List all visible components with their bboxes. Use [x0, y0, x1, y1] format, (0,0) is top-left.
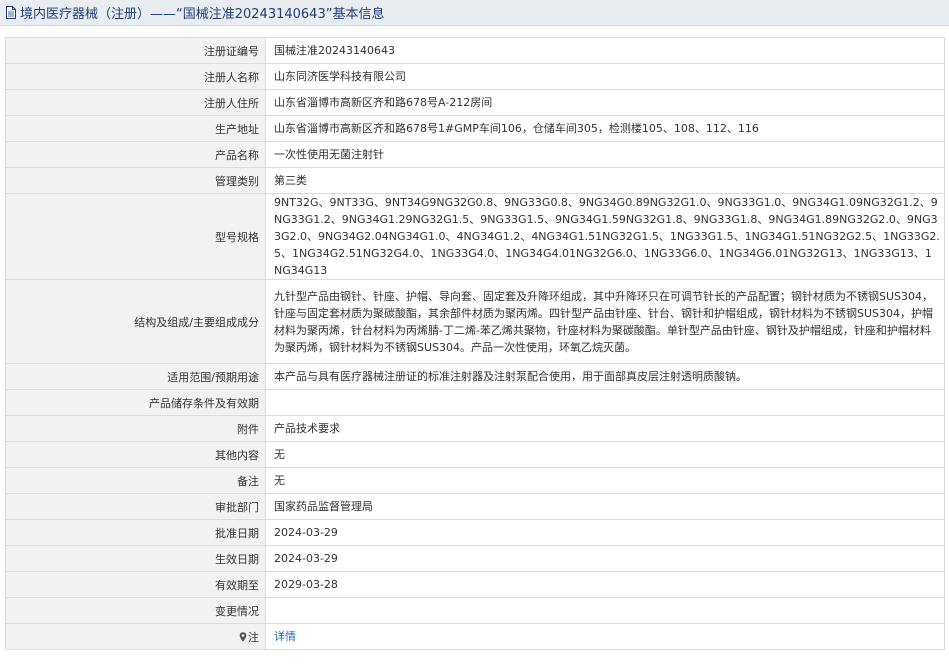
label-storage-validity: 产品储存条件及有效期: [5, 389, 266, 416]
row-other-content: 其他内容 无: [5, 441, 945, 468]
row-storage-validity: 产品储存条件及有效期: [5, 389, 945, 416]
row-note: 注 详情: [5, 623, 945, 650]
label-valid-until: 有效期至: [5, 571, 266, 598]
label-intended-use: 适用范围/预期用途: [5, 363, 266, 390]
label-attachment: 附件: [5, 415, 266, 442]
label-note: 注: [5, 623, 266, 650]
label-structure-composition: 结构及组成/主要组成成分: [5, 279, 266, 364]
value-registration-number: 国械注准20243140643: [265, 37, 945, 64]
value-change-status: [265, 597, 945, 624]
details-link[interactable]: 详情: [274, 630, 296, 643]
value-storage-validity: [265, 389, 945, 416]
value-effective-date: 2024-03-29: [265, 545, 945, 572]
row-production-address: 生产地址 山东省淄博市高新区齐和路678号1#GMP车间106，仓储车间305，…: [5, 115, 945, 142]
label-registrant-address: 注册人住所: [5, 89, 266, 116]
row-effective-date: 生效日期 2024-03-29: [5, 545, 945, 572]
label-registrant-name: 注册人名称: [5, 63, 266, 90]
label-registration-number: 注册证编号: [5, 37, 266, 64]
row-approval-department: 审批部门 国家药品监督管理局: [5, 493, 945, 520]
value-intended-use: 本产品与具有医疗器械注册证的标准注射器及注射泵配合使用，用于面部真皮层注射透明质…: [265, 363, 945, 390]
info-table: 注册证编号 国械注准20243140643 注册人名称 山东同济医学科技有限公司…: [5, 37, 945, 650]
value-attachment: 产品技术要求: [265, 415, 945, 442]
label-other-content: 其他内容: [5, 441, 266, 468]
label-approval-department: 审批部门: [5, 493, 266, 520]
page-title: 境内医疗器械（注册）——“国械注准20243140643”基本信息: [20, 7, 385, 22]
value-approval-department: 国家药品监督管理局: [265, 493, 945, 520]
row-management-class: 管理类别 第三类: [5, 167, 945, 194]
label-production-address: 生产地址: [5, 115, 266, 142]
row-intended-use: 适用范围/预期用途 本产品与具有医疗器械注册证的标准注射器及注射泵配合使用，用于…: [5, 363, 945, 390]
label-management-class: 管理类别: [5, 167, 266, 194]
value-management-class: 第三类: [265, 167, 945, 194]
value-remarks: 无: [265, 467, 945, 494]
value-registrant-address: 山东省淄博市高新区齐和路678号A-212房间: [265, 89, 945, 116]
row-remarks: 备注 无: [5, 467, 945, 494]
row-product-name: 产品名称 一次性使用无菌注射针: [5, 141, 945, 168]
info-table-container: 注册证编号 国械注准20243140643 注册人名称 山东同济医学科技有限公司…: [5, 37, 945, 650]
row-registrant-address: 注册人住所 山东省淄博市高新区齐和路678号A-212房间: [5, 89, 945, 116]
value-valid-until: 2029-03-28: [265, 571, 945, 598]
document-icon: [6, 6, 16, 19]
row-valid-until: 有效期至 2029-03-28: [5, 571, 945, 598]
label-approval-date: 批准日期: [5, 519, 266, 546]
row-attachment: 附件 产品技术要求: [5, 415, 945, 442]
value-structure-composition: 九针型产品由钢针、针座、护帽、导向套、固定套及升降环组成，其中升降环只在可调节针…: [265, 279, 945, 364]
value-product-name: 一次性使用无菌注射针: [265, 141, 945, 168]
value-model-specification: 9NT32G、9NT33G、9NT34G9NG32G0.8、9NG33G0.8、…: [265, 193, 945, 280]
row-change-status: 变更情况: [5, 597, 945, 624]
value-registrant-name: 山东同济医学科技有限公司: [265, 63, 945, 90]
label-product-name: 产品名称: [5, 141, 266, 168]
label-effective-date: 生效日期: [5, 545, 266, 572]
label-remarks: 备注: [5, 467, 266, 494]
page-header: 境内医疗器械（注册）——“国械注准20243140643”基本信息: [0, 0, 949, 26]
note-label-text: 注: [248, 630, 259, 644]
row-approval-date: 批准日期 2024-03-29: [5, 519, 945, 546]
value-other-content: 无: [265, 441, 945, 468]
value-note: 详情: [265, 623, 945, 650]
label-change-status: 变更情况: [5, 597, 266, 624]
row-structure-composition: 结构及组成/主要组成成分 九针型产品由钢针、针座、护帽、导向套、固定套及升降环组…: [5, 279, 945, 364]
value-production-address: 山东省淄博市高新区齐和路678号1#GMP车间106，仓储车间305，检测楼10…: [265, 115, 945, 142]
label-model-specification: 型号规格: [5, 193, 266, 280]
row-model-specification: 型号规格 9NT32G、9NT33G、9NT34G9NG32G0.8、9NG33…: [5, 193, 945, 280]
row-registration-number: 注册证编号 国械注准20243140643: [5, 37, 945, 64]
value-approval-date: 2024-03-29: [265, 519, 945, 546]
row-registrant-name: 注册人名称 山东同济医学科技有限公司: [5, 63, 945, 90]
map-pin-icon: [239, 631, 247, 642]
